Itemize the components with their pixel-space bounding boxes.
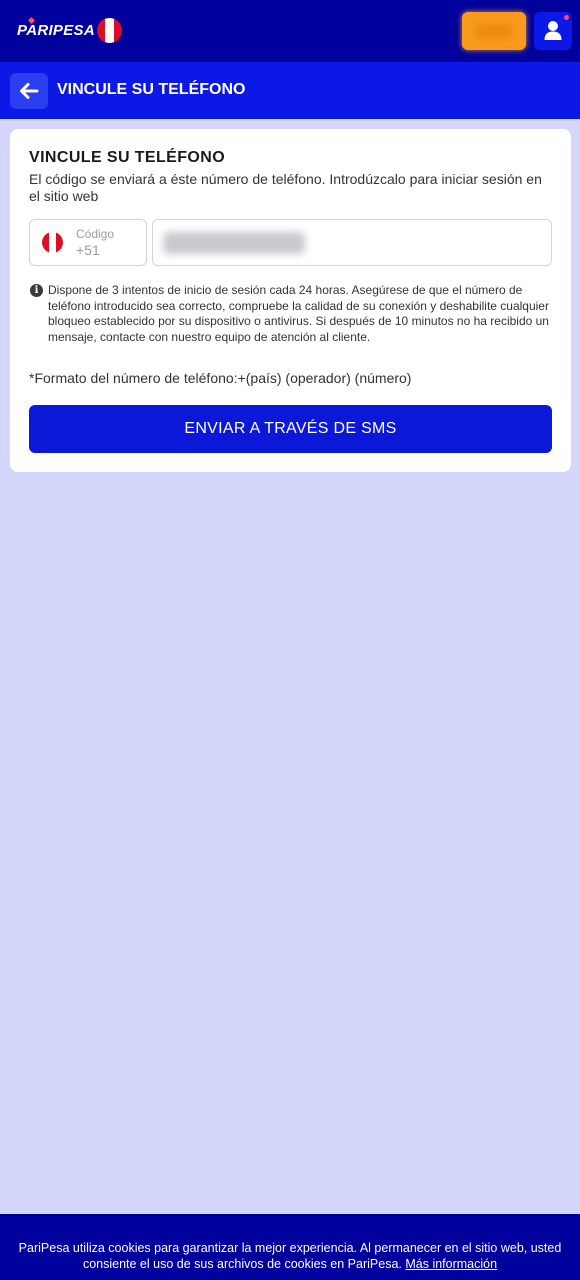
send-sms-button[interactable]: ENVIAR A TRAVÉS DE SMS	[29, 405, 552, 453]
arrow-left-icon	[20, 83, 39, 99]
user-button[interactable]	[534, 12, 572, 50]
phone-number-value-redacted	[163, 232, 305, 254]
phone-number-input[interactable]	[152, 219, 552, 266]
country-code-select[interactable]: Código +51	[29, 219, 147, 266]
card-title: VINCULE SU TELÉFONO	[29, 149, 226, 166]
phone-link-card: VINCULE SU TELÉFONO El código se enviará…	[10, 129, 571, 472]
country-code-label: Código	[76, 227, 115, 241]
cookie-banner: PariPesa utiliza cookies para garantizar…	[0, 1214, 580, 1280]
info-text: Dispone de 3 intentos de inicio de sesió…	[48, 283, 549, 344]
peru-flag-icon	[42, 232, 63, 253]
top-bar: PARIPESA	[0, 0, 580, 62]
peru-flag-icon[interactable]	[97, 18, 122, 43]
country-code-value: +51	[76, 242, 100, 258]
page-header: VINCULE SU TELÉFONO	[0, 62, 580, 119]
page-title: VINCULE SU TELÉFONO	[57, 81, 246, 98]
login-button[interactable]	[462, 12, 526, 50]
info-icon: i	[30, 284, 43, 297]
logo[interactable]: PARIPESA	[17, 22, 95, 39]
back-button[interactable]	[10, 73, 48, 109]
more-info-link[interactable]: Más información	[405, 1257, 497, 1271]
card-description: El código se enviará a éste número de te…	[29, 171, 542, 204]
notification-dot	[564, 15, 569, 20]
phone-format-hint: *Formato del número de teléfono:+(país) …	[29, 370, 412, 386]
